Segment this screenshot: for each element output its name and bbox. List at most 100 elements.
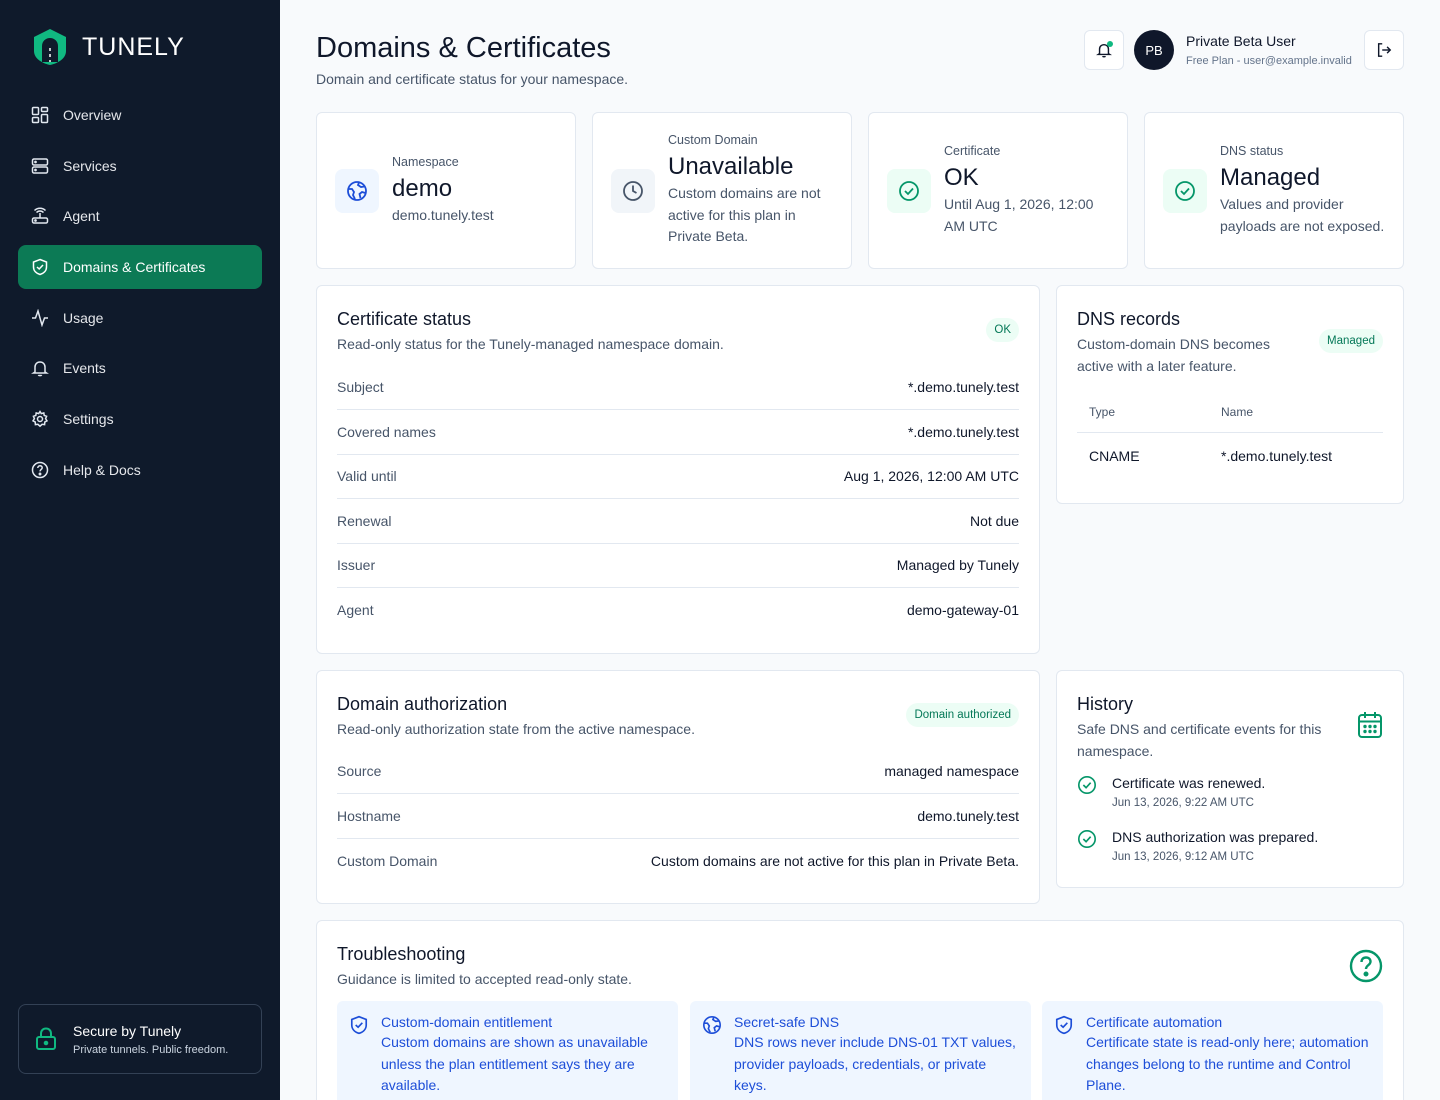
kv-value: Aug 1, 2026, 12:00 AM UTC bbox=[843, 467, 1019, 484]
clock-icon bbox=[623, 180, 643, 201]
stat-card-custom-domain: Custom Domain Unavailable Custom domains… bbox=[592, 112, 852, 269]
logout-button[interactable] bbox=[1364, 30, 1404, 70]
stat-label: DNS status bbox=[1220, 144, 1284, 158]
sidebar: TUNELY Overview Services Agent Domains &… bbox=[0, 0, 280, 1100]
check-circle-icon bbox=[899, 180, 919, 201]
cell-type: CNAME bbox=[1089, 448, 1140, 464]
tip-card-certificate-automation: Certificate automation Certificate state… bbox=[1042, 1001, 1383, 1100]
stat-value: demo bbox=[392, 174, 453, 202]
kv-row-renewal: Renewal Not due bbox=[337, 499, 1019, 544]
user-plan: Free Plan - user@example.invalid bbox=[1186, 55, 1352, 67]
shield-check-icon bbox=[1055, 1015, 1073, 1035]
history-panel: History Safe DNS and certificate events … bbox=[1056, 670, 1404, 888]
sidebar-item-services[interactable]: Services bbox=[18, 144, 262, 188]
tip-body: DNS rows never include DNS-01 TXT values… bbox=[734, 1034, 1016, 1093]
brand-name: TUNELY bbox=[82, 32, 185, 61]
history-event: DNS authorization was prepared. Jun 13, … bbox=[1077, 829, 1318, 863]
brand[interactable]: TUNELY bbox=[32, 28, 185, 66]
stat-icon-wrap bbox=[335, 168, 379, 213]
user-name: Private Beta User bbox=[1186, 33, 1296, 49]
sidebar-item-domains-certificates[interactable]: Domains & Certificates bbox=[18, 245, 262, 290]
status-badge: Managed bbox=[1319, 329, 1383, 353]
check-circle-icon bbox=[1078, 776, 1096, 794]
kv-row-valid-until: Valid until Aug 1, 2026, 12:00 AM UTC bbox=[337, 454, 1019, 499]
tip-card-secret-safe-dns: Secret-safe DNS DNS rows never include D… bbox=[690, 1001, 1031, 1100]
stat-label: Custom Domain bbox=[668, 133, 758, 148]
help-icon bbox=[31, 461, 49, 479]
kv-row-hostname: Hostname demo.tunely.test bbox=[337, 794, 1019, 839]
tip-title: Certificate automation bbox=[1086, 1014, 1223, 1030]
tip-title: Secret-safe DNS bbox=[734, 1014, 840, 1030]
panel-subtitle: Guidance is limited to accepted read-onl… bbox=[337, 971, 632, 987]
lock-icon bbox=[36, 1027, 56, 1050]
panel-title: Certificate status bbox=[337, 309, 472, 329]
stat-value: Unavailable bbox=[668, 153, 794, 181]
shield-check-icon bbox=[32, 258, 48, 276]
logout-icon bbox=[1377, 43, 1392, 57]
cell-name: *.demo.tunely.test bbox=[1221, 448, 1333, 464]
sidebar-item-label: Settings bbox=[63, 411, 114, 428]
dns-records-panel: DNS records Custom-domain DNS becomes ac… bbox=[1056, 285, 1404, 504]
table-row: CNAME *.demo.tunely.test bbox=[1077, 434, 1383, 478]
panel-title: Troubleshooting bbox=[337, 944, 466, 964]
kv-key: Source bbox=[337, 762, 382, 779]
kv-value: *.demo.tunely.test bbox=[907, 423, 1019, 440]
tip-body: Certificate state is read-only here; aut… bbox=[1086, 1034, 1369, 1093]
stat-icon-wrap bbox=[611, 168, 655, 213]
kv-value: Custom domains are not active for this p… bbox=[650, 853, 1019, 870]
kv-key: Valid until bbox=[337, 467, 397, 484]
stat-icon-wrap bbox=[1163, 168, 1207, 213]
stat-card-certificate: Certificate OK Until Aug 1, 2026, 12:00 … bbox=[868, 112, 1128, 269]
column-header-name: Name bbox=[1221, 404, 1254, 419]
notification-dot bbox=[1107, 41, 1113, 47]
kv-row-covered-names: Covered names *.demo.tunely.test bbox=[337, 410, 1019, 455]
stat-value: Managed bbox=[1220, 164, 1321, 191]
sidebar-item-settings[interactable]: Settings bbox=[18, 397, 262, 441]
help-icon[interactable] bbox=[1349, 949, 1383, 983]
gear-icon bbox=[31, 410, 49, 428]
history-event: Certificate was renewed. Jun 13, 2026, 9… bbox=[1077, 775, 1265, 809]
stat-icon-wrap bbox=[887, 168, 931, 213]
panel-subtitle: Read-only authorization state from the a… bbox=[337, 721, 695, 737]
sidebar-item-usage[interactable]: Usage bbox=[18, 296, 262, 340]
bell-icon bbox=[31, 361, 49, 377]
kv-row-issuer: Issuer Managed by Tunely bbox=[337, 543, 1019, 588]
check-circle-icon bbox=[1078, 830, 1096, 848]
stat-card-dns-status: DNS status Managed Values and provider p… bbox=[1144, 112, 1404, 269]
calendar-icon bbox=[1358, 712, 1382, 738]
kv-key: Subject bbox=[337, 378, 384, 395]
status-badge: Domain authorized bbox=[906, 703, 1019, 727]
avatar[interactable]: PB bbox=[1134, 30, 1174, 70]
column-header-type: Type bbox=[1089, 404, 1116, 419]
domain-authorization-panel: Domain authorization Read-only authoriza… bbox=[316, 670, 1040, 904]
sidebar-item-label: Agent bbox=[63, 208, 100, 225]
panel-subtitle: Custom-domain DNS becomes active with a … bbox=[1077, 336, 1270, 374]
stat-detail: Custom domains are not active for this p… bbox=[668, 185, 821, 245]
kv-value: managed namespace bbox=[884, 762, 1019, 779]
sidebar-item-agent[interactable]: Agent bbox=[18, 194, 262, 238]
stat-card-namespace: Namespace demo demo.tunely.test bbox=[316, 112, 576, 269]
status-badge: OK bbox=[986, 318, 1019, 342]
kv-value: demo-gateway-01 bbox=[906, 602, 1019, 619]
stat-detail: Until Aug 1, 2026, 12:00 AM UTC bbox=[944, 196, 1094, 234]
stat-label: Namespace bbox=[392, 154, 459, 169]
server-icon bbox=[31, 157, 49, 174]
shield-check-icon bbox=[350, 1015, 368, 1035]
kv-key: Hostname bbox=[337, 807, 401, 824]
sidebar-item-label: Overview bbox=[63, 107, 122, 123]
panel-subtitle: Safe DNS and certificate events for this… bbox=[1077, 721, 1322, 759]
kv-value: demo.tunely.test bbox=[917, 807, 1019, 824]
table-header: Type Name bbox=[1077, 391, 1383, 433]
notifications-button[interactable] bbox=[1084, 30, 1124, 70]
sidebar-item-events[interactable]: Events bbox=[18, 346, 262, 390]
sidebar-item-overview[interactable]: Overview bbox=[18, 93, 262, 137]
tunely-logo-icon bbox=[34, 29, 66, 65]
kv-key: Renewal bbox=[337, 512, 392, 529]
stat-label: Certificate bbox=[944, 144, 1001, 158]
sidebar-item-label: Events bbox=[63, 360, 106, 377]
sidebar-item-label: Help & Docs bbox=[63, 461, 141, 478]
history-event-time: Jun 13, 2026, 9:12 AM UTC bbox=[1112, 851, 1254, 863]
sidebar-item-help-docs[interactable]: Help & Docs bbox=[18, 448, 262, 492]
sidebar-item-label: Domains & Certificates bbox=[63, 259, 206, 276]
sidebar-item-label: Services bbox=[63, 157, 117, 174]
